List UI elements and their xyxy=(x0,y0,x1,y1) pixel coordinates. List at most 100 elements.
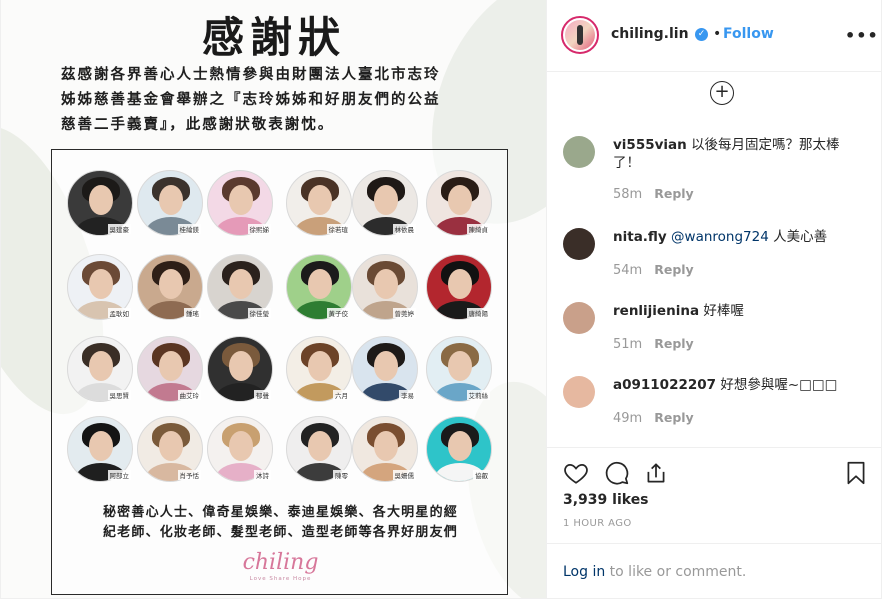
brand-tagline: Love Share Hope xyxy=(249,576,312,582)
celebrity-avatar: 曾莞婷 xyxy=(352,254,418,320)
likes-count[interactable]: 3,939 likes xyxy=(563,492,649,508)
celebrity-name: 艾莉絲 xyxy=(466,390,490,400)
avatar-image xyxy=(565,20,595,50)
comment-text: 人美心善 xyxy=(768,229,828,245)
post-sidebar: chiling.lin ✓ • Follow ••• + vi555vian 以… xyxy=(546,0,882,599)
comment-time[interactable]: 49m xyxy=(613,411,642,426)
celebrity-name: 徐若瑄 xyxy=(326,224,350,234)
commenter-avatar[interactable] xyxy=(563,302,595,334)
celebrity-avatar: 吳思賢 xyxy=(67,336,133,402)
post-actions: 3,939 likes 1 HOUR AGO xyxy=(547,447,881,543)
comments-list[interactable]: + vi555vian 以後每月固定嗎？那太棒了！ 58m Reply nita.fl… xyxy=(547,72,881,447)
username-link[interactable]: chiling.lin xyxy=(611,26,689,42)
comment-bubble-icon[interactable] xyxy=(604,460,630,486)
comment-time[interactable]: 54m xyxy=(613,263,642,278)
separator: • xyxy=(713,26,722,42)
follow-button[interactable]: Follow xyxy=(723,26,774,42)
celebrity-avatar: 孟耿如 xyxy=(67,254,133,320)
comment-body: vi555vian 以後每月固定嗎？那太棒了！ xyxy=(613,136,863,172)
commenter-username[interactable]: nita.fly xyxy=(613,229,667,245)
celebrity-avatar: 沐詩 xyxy=(207,416,273,482)
comment-meta: 49m Reply xyxy=(613,410,694,426)
celebrity-avatar: 鍾瑤 xyxy=(137,254,203,320)
celebrity-name: 孟耿如 xyxy=(107,308,131,318)
certificate-line: 姊姊慈善基金會舉辦之『志玲姊姊和好朋友們的公益 xyxy=(61,91,441,108)
thanks-line: 秘密善心人士、偉奇星娛樂、泰迪星娛樂、各大明星的經 xyxy=(102,505,458,520)
celebrity-avatar: 林依晨 xyxy=(352,170,418,236)
celebrity-name: 郁聲 xyxy=(254,390,271,400)
commenter-username[interactable]: a0911022207 xyxy=(613,377,716,393)
more-options-icon[interactable]: ••• xyxy=(845,26,879,45)
reply-button[interactable]: Reply xyxy=(654,186,693,201)
celebrity-name: 協叡 xyxy=(473,470,490,480)
comment-body: a0911022207 好想參與喔~□□□ xyxy=(613,376,863,394)
like-heart-icon[interactable] xyxy=(563,460,589,486)
celebrity-avatar: 阿部立 xyxy=(67,416,133,482)
commenter-username[interactable]: vi555vian xyxy=(613,137,687,153)
celebrity-avatar: 徐若瑄 xyxy=(286,170,352,236)
celebrity-avatar: 郁聲 xyxy=(207,336,273,402)
login-link[interactable]: Log in xyxy=(563,564,605,580)
login-prompt: Log in to like or comment. xyxy=(547,543,881,598)
celebrity-avatar: 吳姍儒 xyxy=(352,416,418,482)
reply-button[interactable]: Reply xyxy=(654,336,693,351)
celebrity-avatar: 桂綸鎂 xyxy=(137,170,203,236)
commenter-avatar[interactable] xyxy=(563,376,595,408)
celebrity-avatar: 唐綺陽 xyxy=(426,254,492,320)
certificate-line: 茲感謝各界善心人士熱情參與由財團法人臺北市志玲 xyxy=(61,66,441,83)
post-header: chiling.lin ✓ • Follow ••• xyxy=(547,0,881,72)
celebrity-avatar: 協叡 xyxy=(426,416,492,482)
bookmark-save-icon[interactable] xyxy=(843,460,869,486)
celebrity-avatar: 曲艾玲 xyxy=(137,336,203,402)
celebrity-avatar: 陳零 xyxy=(286,416,352,482)
celebrity-name: 曲艾玲 xyxy=(177,390,201,400)
celebrity-name: 林依晨 xyxy=(392,224,416,234)
login-suffix: to like or comment. xyxy=(605,564,747,580)
certificate-text: 茲感謝各界善心人士熱情參與由財團法人臺北市志玲 姊姊慈善基金會舉辦之『志玲姊姊和… xyxy=(61,62,501,137)
certificate-line: 慈善二手義賣』，此感謝狀敬表謝忱。 xyxy=(61,116,335,133)
celebrity-avatar: 吳建豪 xyxy=(67,170,133,236)
comment-body: renlijienina 好棒喔 xyxy=(613,302,863,320)
comment-time[interactable]: 58m xyxy=(613,187,642,202)
load-more-comments-button[interactable]: + xyxy=(710,81,734,105)
commenter-avatar[interactable] xyxy=(563,228,595,260)
celebrity-name: 阿部立 xyxy=(107,470,131,480)
celebrity-frame: 吳建豪 桂綸鎂 徐熙娣 徐若瑄 林依晨 陳綺貞孟耿如 鍾瑤 徐佳瑩 黃子佼 曾莞婷 唐綺陽吳思賢 曲艾… xyxy=(51,149,508,595)
celebrity-avatar: 艾莉絲 xyxy=(426,336,492,402)
celebrity-name: 徐熙娣 xyxy=(247,224,271,234)
comment-text: 好棒喔 xyxy=(703,303,744,319)
celebrity-avatar: 肖予恬 xyxy=(137,416,203,482)
share-icon[interactable] xyxy=(643,460,669,486)
celebrity-avatar: 陳綺貞 xyxy=(426,170,492,236)
verified-badge-icon: ✓ xyxy=(695,28,708,41)
comment-text: 好想參與喔~□□□ xyxy=(720,377,838,393)
celebrity-name: 吳姍儒 xyxy=(392,470,416,480)
commenter-avatar[interactable] xyxy=(563,136,595,168)
comment-time[interactable]: 51m xyxy=(613,337,642,352)
commenter-username[interactable]: renlijienina xyxy=(613,303,699,319)
celebrity-name: 徐佳瑩 xyxy=(247,308,271,318)
celebrity-name: 桂綸鎂 xyxy=(177,224,201,234)
comment-mention-link[interactable]: @wanrong724 xyxy=(671,229,769,245)
celebrity-name: 吳思賢 xyxy=(107,390,131,400)
celebrity-avatar: 黃子佼 xyxy=(286,254,352,320)
comment-meta: 58m Reply xyxy=(613,186,694,202)
profile-avatar[interactable] xyxy=(561,16,599,54)
celebrity-avatar: 六月 xyxy=(286,336,352,402)
post-image[interactable]: 感謝狀 茲感謝各界善心人士熱情參與由財團法人臺北市志玲 姊姊慈善基金會舉辦之『志… xyxy=(0,0,546,599)
celebrity-name: 陳零 xyxy=(333,470,350,480)
celebrity-avatar: 徐佳瑩 xyxy=(207,254,273,320)
certificate-title: 感謝狀 xyxy=(201,13,346,62)
celebrity-name: 唐綺陽 xyxy=(466,308,490,318)
celebrity-name: 李易 xyxy=(399,390,416,400)
celebrity-name: 肖予恬 xyxy=(177,470,201,480)
brand-logo: chiling xyxy=(242,550,319,575)
reply-button[interactable]: Reply xyxy=(654,410,693,425)
login-text: Log in to like or comment. xyxy=(563,564,746,580)
celebrity-avatar: 徐熙娣 xyxy=(207,170,273,236)
comment-meta: 54m Reply xyxy=(613,262,694,278)
thanks-line: 紀老師、化妝老師、髮型老師、造型老師等各界好朋友們 xyxy=(102,525,458,540)
reply-button[interactable]: Reply xyxy=(654,262,693,277)
post-timestamp: 1 HOUR AGO xyxy=(563,518,632,529)
celebrity-name: 沐詩 xyxy=(254,470,271,480)
